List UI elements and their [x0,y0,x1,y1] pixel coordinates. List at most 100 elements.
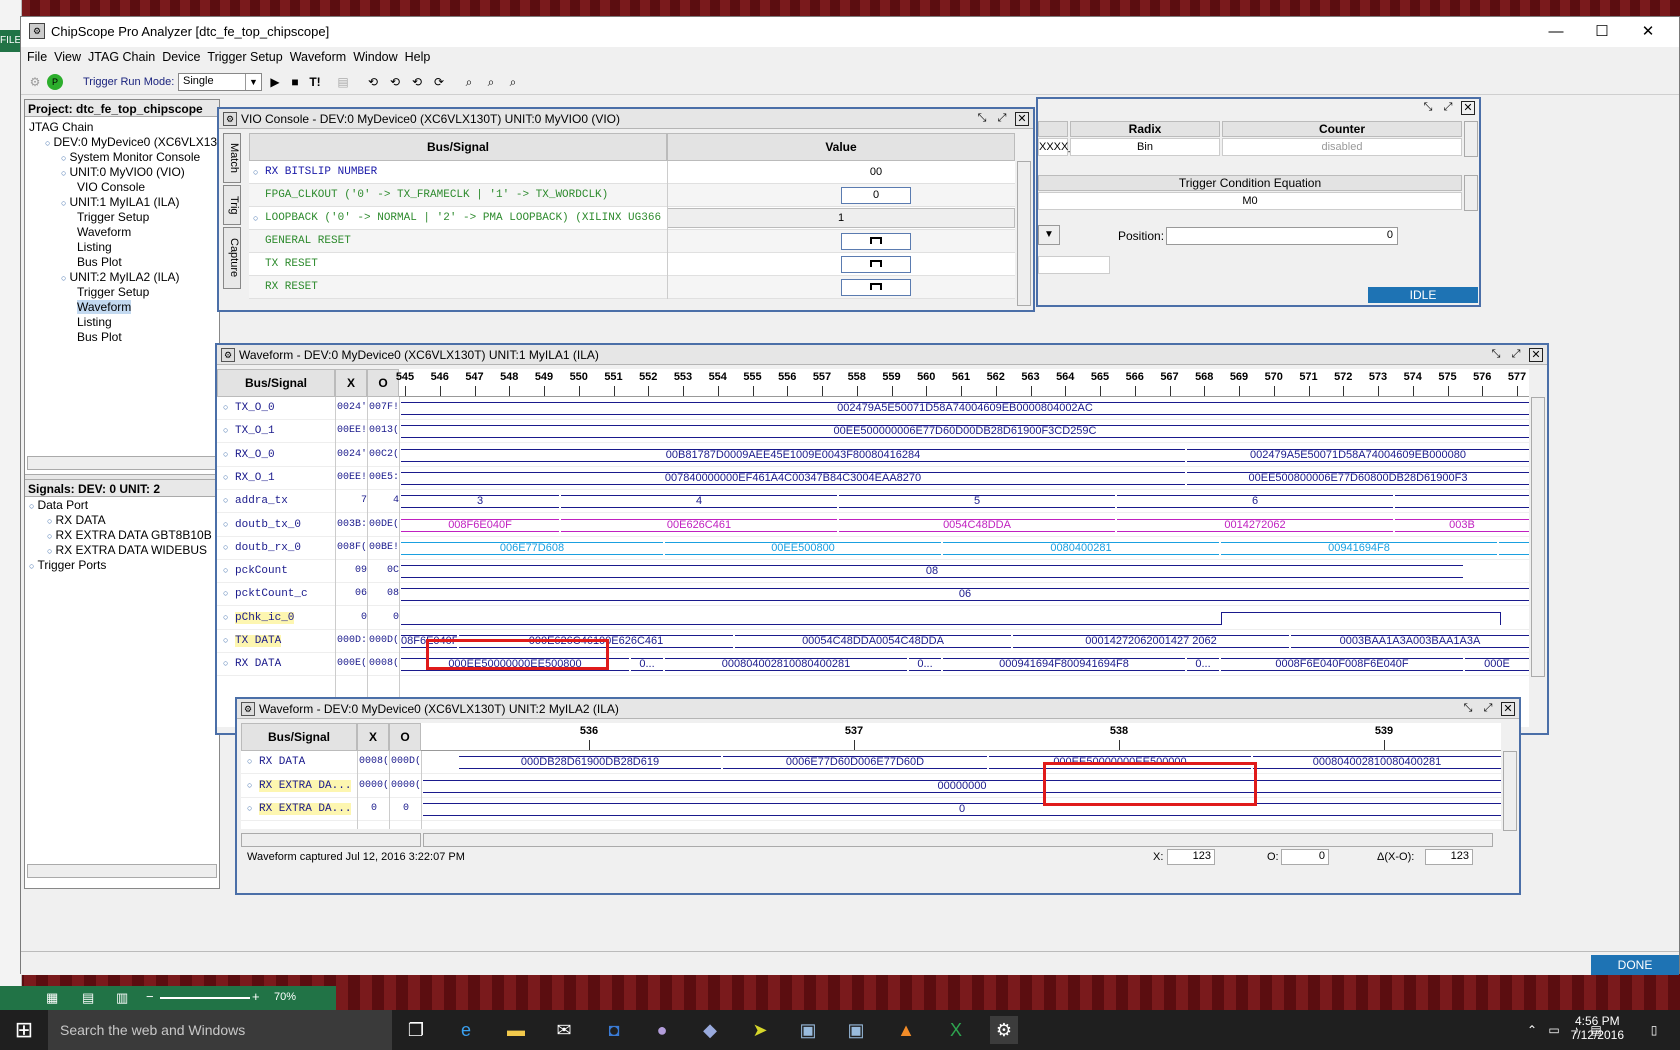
waveform-row[interactable]: ○ doutb_tx_0 003B: 00DE(008F6E040F 00E626C46… [217,514,1529,537]
waveform-row[interactable]: ○ RX EXTRA DA... 0 0 0 [241,798,1501,821]
chipscope-taskbar-icon[interactable]: ⚙ [990,1016,1018,1044]
project-tree-item[interactable]: Bus Plot [77,330,122,344]
waveform-row[interactable]: ○ RX EXTRA DA... 0000(0000(00000000 [241,775,1501,798]
close-icon[interactable]: ✕ [1015,112,1029,126]
tree-node-icon[interactable]: ○ [223,519,228,529]
excel-icon[interactable]: X [942,1016,970,1044]
minimize-icon[interactable]: ⤡ [1461,702,1475,716]
zoom-in-icon[interactable]: ⌕ [459,73,479,91]
zoom-in-icon[interactable]: + [252,989,260,1004]
waveform-row[interactable]: ○ RX_O_0 0024' 00C2(00B81787D0009AEE45E1009… [217,444,1529,467]
tree-node-icon[interactable]: ○ [223,449,228,459]
radix-value[interactable]: Bin [1070,138,1220,156]
waveform-row[interactable]: ○ pckCount 09 0C 08 [217,560,1529,584]
file-explorer-icon[interactable]: ▬ [502,1016,530,1044]
zoom-slider[interactable] [160,997,250,999]
project-tree-item[interactable]: ○ System Monitor Console [61,150,200,164]
project-tree-item[interactable]: ○ UNIT:0 MyVIO0 (VIO) [61,165,185,179]
matlab-icon[interactable]: ▲ [892,1016,920,1044]
project-tree-item[interactable]: Trigger Setup [77,285,149,299]
page-break-icon[interactable]: ▥ [116,990,128,1006]
tree-node-icon[interactable]: ○ [223,635,228,645]
vio-value-field[interactable]: 1 [667,208,1015,228]
tree-node-icon[interactable]: ○ [247,780,252,790]
waveform-row[interactable]: ○ TX DATA 000D: 000D(08F6E040F 000E626C46100… [217,630,1529,653]
stop-icon[interactable]: ■ [285,73,305,91]
wf2-scrollbar[interactable] [1503,751,1517,831]
menu-jtag-chain[interactable]: JTAG Chain [88,47,162,69]
vio-row[interactable]: FPGA_CLKOUT ('0' -> TX_FRAMECLK | '1' ->… [249,184,1015,207]
tree-node-icon[interactable]: ○ [61,153,66,163]
tree-node-icon[interactable]: ○ [47,516,52,526]
edge-icon[interactable]: e [452,1016,480,1044]
clock[interactable]: 4:56 PM 7/12/2016 [1571,1014,1624,1042]
close-icon[interactable]: ✕ [1461,101,1475,115]
tce-scrollbar[interactable] [1464,175,1478,211]
o-cursor-value[interactable]: 0 [1281,849,1329,865]
save-icon[interactable]: ▤ [333,73,353,91]
vio-scrollbar[interactable] [1017,161,1031,306]
wf2-time-hscroll[interactable] [423,833,1493,847]
menu-trigger-setup[interactable]: Trigger Setup [207,47,289,69]
signal-tree-item[interactable]: ○ Trigger Ports [29,558,106,572]
tree-node-icon[interactable]: ○ [61,168,66,178]
tree-node-icon[interactable]: ○ [223,402,228,412]
waveform-row[interactable]: ○ RX DATA 000E(0008(000EE50000000EE500800 0… [217,653,1529,677]
vio-pulse-button[interactable] [841,279,911,296]
run-icon[interactable]: ▶ [265,73,285,91]
menu-device[interactable]: Device [162,47,207,69]
next-marker-icon[interactable]: ⟳ [429,73,449,91]
minimize-icon[interactable]: ⤡ [975,112,989,126]
tree-node-icon[interactable]: ○ [223,565,228,575]
go-to-x-icon[interactable]: ⟲ [363,73,383,91]
wf2-time-axis[interactable]: 536 537 538 539 [421,723,1501,751]
match-value[interactable]: XXXX_ [1038,138,1074,156]
chevron-down-icon[interactable]: ▼ [1038,225,1060,245]
windows-start-icon[interactable]: ⊞ [0,1010,48,1050]
waveform-row[interactable]: ○ pcktCount_c 06 08 06 [217,583,1529,607]
project-tree-item[interactable]: JTAG Chain [29,120,93,134]
tree-node-icon[interactable]: ○ [61,198,66,208]
task-view-icon[interactable]: ❐ [402,1016,430,1044]
position-input[interactable]: 0 [1166,227,1398,245]
page-layout-icon[interactable]: ▤ [82,990,94,1006]
maximize-icon[interactable]: ⤢ [1509,348,1523,362]
trigger-immediate-icon[interactable]: T! [305,73,325,91]
excel-file-tab[interactable]: FILE [0,30,22,52]
project-tree-item[interactable]: Trigger Setup [77,210,149,224]
counter-value[interactable]: disabled [1222,138,1462,156]
vio-row[interactable]: RX RESET [249,276,1015,299]
waveform-row[interactable]: ○ TX_O_1 00EE! 0013(00EE500000006E77D60D00D… [217,420,1529,444]
zoom-fit-icon[interactable]: ⌕ [503,73,523,91]
side-tab-match[interactable]: Match [223,133,241,183]
normal-view-icon[interactable]: ▦ [46,990,58,1006]
x-cursor-value[interactable]: 123 [1167,849,1215,865]
vio-pulse-button[interactable] [841,256,911,273]
close-icon[interactable]: ✕ [1625,19,1671,45]
wf1-time-axis[interactable]: 545 546 547 548 549 550 551 552 553 554 555 556 557 5… [396,369,1529,397]
tree-node-icon[interactable]: ○ [47,531,52,541]
signal-tree-item[interactable]: ○ RX DATA [47,513,106,527]
vio-pulse-button[interactable] [841,233,911,250]
project-tree-scrollbar[interactable] [27,456,217,470]
tree-node-icon[interactable]: ○ [61,273,66,283]
vio-toggle-button[interactable]: 0 [841,187,911,204]
side-tab-capture[interactable]: Capture [223,227,241,289]
go-to-o-icon[interactable]: ⟲ [385,73,405,91]
tree-node-icon[interactable]: ○ [47,546,52,556]
close-icon[interactable]: ✕ [1501,702,1515,716]
waveform-row[interactable]: ○ pChk_ic_0 0 0 [217,607,1529,630]
impact-icon[interactable]: ▣ [842,1016,870,1044]
project-tree-item[interactable]: Waveform [77,300,132,314]
trigger-run-mode-select[interactable]: Single ▼ [178,73,262,91]
match-scrollbar[interactable] [1464,121,1478,157]
project-tree-item[interactable]: Waveform [77,225,131,239]
menu-waveform[interactable]: Waveform [290,47,354,69]
menu-file[interactable]: File [27,47,54,69]
vio-row[interactable]: ○ RX BITSLIP NUMBER 00 [249,161,1015,184]
project-tree-item[interactable]: Bus Plot [77,255,122,269]
tree-node-icon[interactable]: ○ [247,756,252,766]
maximize-icon[interactable]: ⤢ [995,112,1009,126]
project-tree-item[interactable]: Listing [77,315,112,329]
tree-node-icon[interactable]: ○ [247,803,252,813]
